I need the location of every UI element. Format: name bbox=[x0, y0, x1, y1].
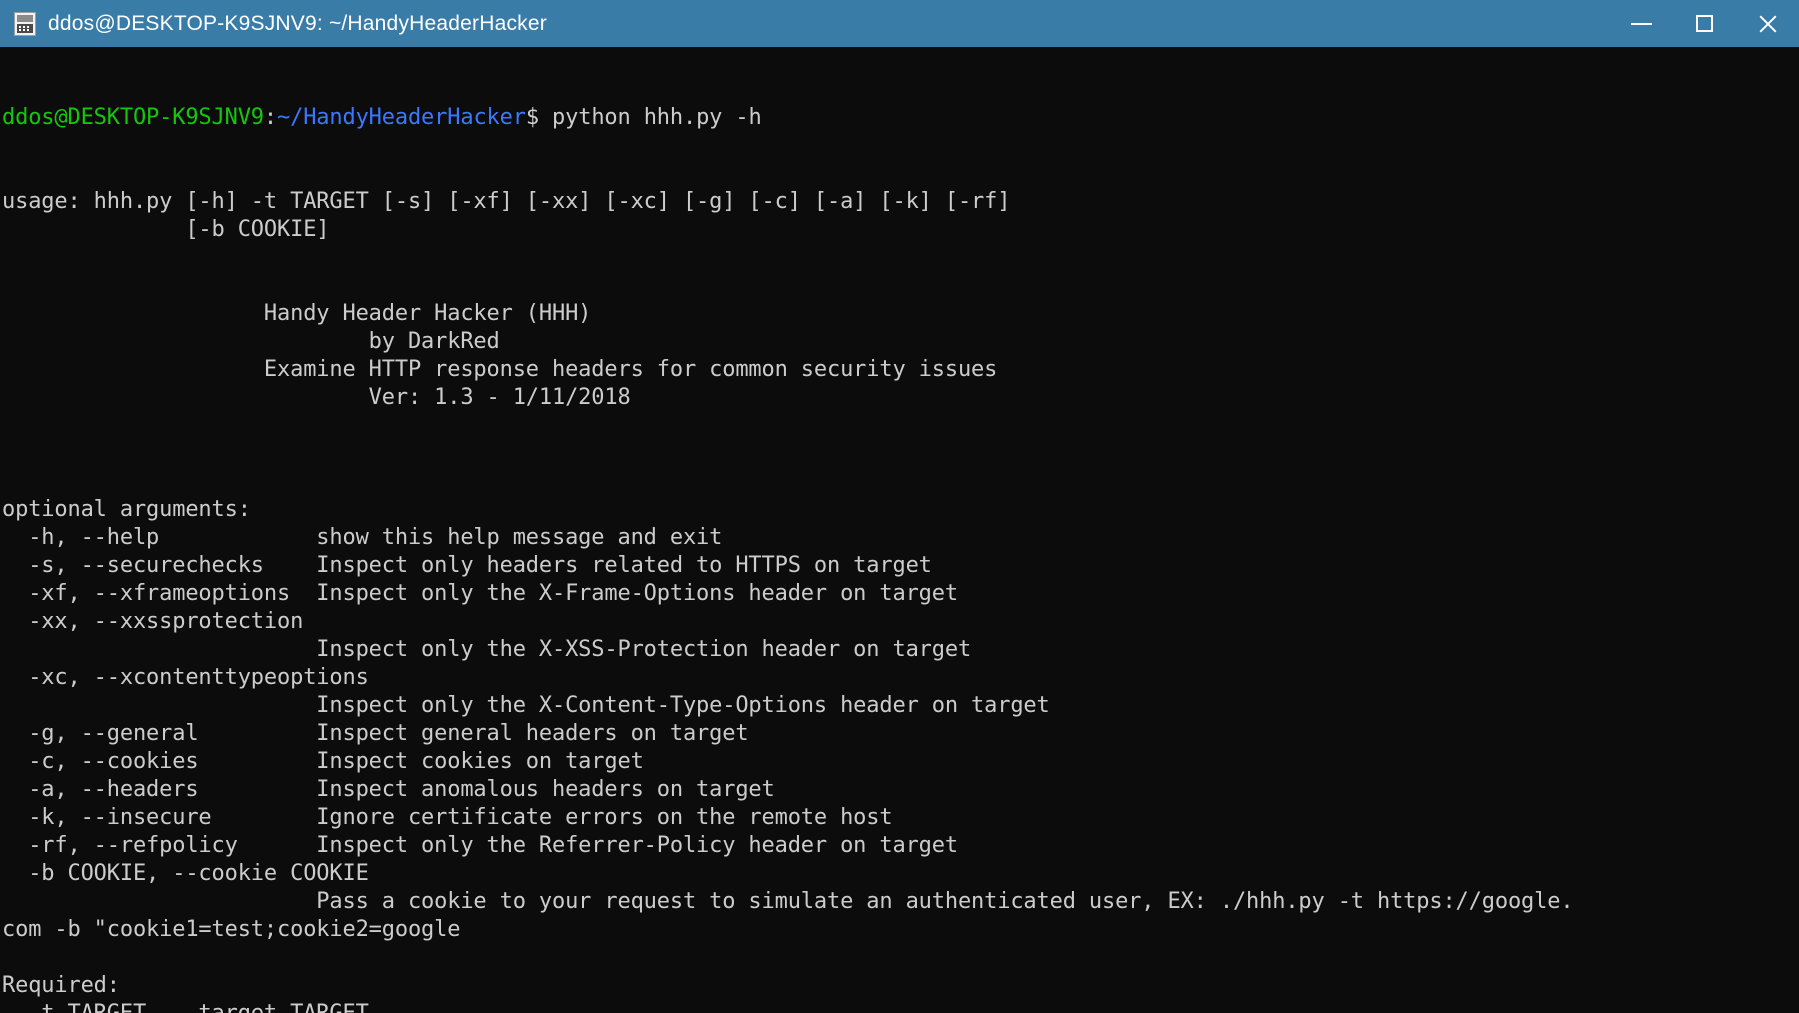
prompt-path: ~/HandyHeaderHacker bbox=[277, 105, 526, 130]
terminal-line: -xf, --xframeoptions Inspect only the X-… bbox=[2, 581, 958, 606]
terminal-line: Pass a cookie to your request to simulat… bbox=[2, 889, 1574, 914]
terminal-line: [-b COOKIE] bbox=[2, 217, 330, 242]
terminal-line: -k, --insecure Ignore certificate errors… bbox=[2, 805, 893, 830]
command-output-lines: usage: hhh.py [-h] -t TARGET [-s] [-xf] … bbox=[2, 188, 1799, 1013]
terminal-line: Required: bbox=[2, 973, 120, 998]
terminal-line: optional arguments: bbox=[2, 497, 251, 522]
window-controls bbox=[1610, 0, 1799, 47]
terminal-line: -a, --headers Inspect anomalous headers … bbox=[2, 777, 775, 802]
terminal-line: -c, --cookies Inspect cookies on target bbox=[2, 749, 644, 774]
terminal-line: by DarkRed bbox=[2, 329, 500, 354]
terminal-line: com -b "cookie1=test;cookie2=google bbox=[2, 917, 461, 942]
maximize-button[interactable] bbox=[1673, 0, 1736, 47]
minimize-button[interactable] bbox=[1610, 0, 1673, 47]
prompt-user-host: ddos@DESKTOP-K9SJNV9 bbox=[2, 105, 264, 130]
terminal-line: -rf, --refpolicy Inspect only the Referr… bbox=[2, 833, 958, 858]
terminal-line: -xc, --xcontenttypeoptions bbox=[2, 665, 369, 690]
prompt-separator: : bbox=[263, 105, 278, 130]
prompt-sigil: $ bbox=[525, 105, 539, 130]
minimize-icon bbox=[1631, 22, 1652, 25]
terminal-line: usage: hhh.py [-h] -t TARGET [-s] [-xf] … bbox=[2, 189, 1011, 214]
terminal-line: -s, --securechecks Inspect only headers … bbox=[2, 553, 932, 578]
prompt-command: python hhh.py -h bbox=[538, 105, 762, 130]
terminal-viewport[interactable]: ddos@DESKTOP-K9SJNV9:~/HandyHeaderHacker… bbox=[0, 47, 1799, 1013]
terminal-line: Inspect only the X-Content-Type-Options … bbox=[2, 693, 1050, 718]
maximize-icon bbox=[1696, 15, 1713, 32]
close-button[interactable] bbox=[1736, 0, 1799, 47]
terminal-line: Examine HTTP response headers for common… bbox=[2, 357, 998, 382]
terminal-line: Inspect only the X-XSS-Protection header… bbox=[2, 637, 972, 662]
window-title-text: ddos@DESKTOP-K9SJNV9: ~/HandyHeaderHacke… bbox=[48, 11, 547, 35]
terminal-line: -h, --help show this help message and ex… bbox=[2, 525, 723, 550]
terminal-line: Handy Header Hacker (HHH) bbox=[2, 301, 592, 326]
terminal-line: -b COOKIE, --cookie COOKIE bbox=[2, 861, 369, 886]
close-icon bbox=[1757, 13, 1779, 35]
shell-prompt-line: ddos@DESKTOP-K9SJNV9:~/HandyHeaderHacker… bbox=[2, 104, 1799, 132]
terminal-app-icon bbox=[14, 11, 36, 36]
window-title-bar[interactable]: ddos@DESKTOP-K9SJNV9: ~/HandyHeaderHacke… bbox=[0, 0, 1799, 47]
terminal-line: -t TARGET, --target TARGET bbox=[2, 1000, 1799, 1013]
terminal-line: -xx, --xxssprotection bbox=[2, 609, 304, 634]
terminal-line: Ver: 1.3 - 1/11/2018 bbox=[2, 385, 631, 410]
terminal-output[interactable]: ddos@DESKTOP-K9SJNV9:~/HandyHeaderHacker… bbox=[0, 47, 1799, 1013]
terminal-line: -g, --general Inspect general headers on… bbox=[2, 721, 749, 746]
